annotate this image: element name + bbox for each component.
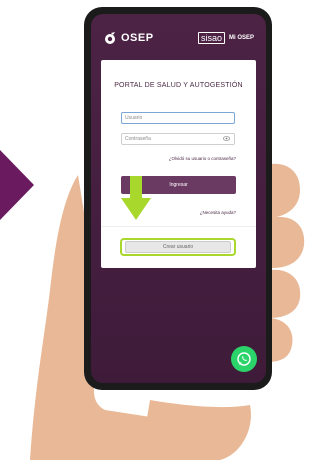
page-title: PORTAL DE SALUD Y AUTOGESTIÓN <box>114 82 243 89</box>
arrow-down-icon <box>121 176 151 220</box>
password-field[interactable]: Contraseña <box>121 133 235 145</box>
password-placeholder: Contraseña <box>125 136 151 142</box>
help-link[interactable]: ¿Necesita ayuda? <box>200 210 236 215</box>
app-header: OSEP sisao Mi OSEP <box>91 14 266 62</box>
create-user-button[interactable]: Crear usuario <box>125 241 231 253</box>
whatsapp-icon <box>237 352 251 366</box>
mi-osep-label: Mi OSEP <box>228 35 254 41</box>
whatsapp-button[interactable] <box>231 346 257 372</box>
username-field[interactable]: Usuario <box>121 112 235 124</box>
brand: OSEP <box>103 31 154 45</box>
sisao-brand: sisao Mi OSEP <box>197 32 254 44</box>
osep-logo-icon <box>105 32 115 44</box>
sisao-logo: sisao <box>197 32 225 44</box>
eye-icon[interactable] <box>223 136 230 141</box>
brand-name: OSEP <box>121 32 154 44</box>
username-placeholder: Usuario <box>125 115 143 121</box>
login-card: PORTAL DE SALUD Y AUTOGESTIÓN Usuario Co… <box>101 60 256 268</box>
divider <box>101 226 256 227</box>
phone-screen: OSEP sisao Mi OSEP PORTAL DE SALUD Y AUT… <box>91 14 266 383</box>
forgot-link[interactable]: ¿Olvidó su usuario o contraseña? <box>169 156 236 161</box>
